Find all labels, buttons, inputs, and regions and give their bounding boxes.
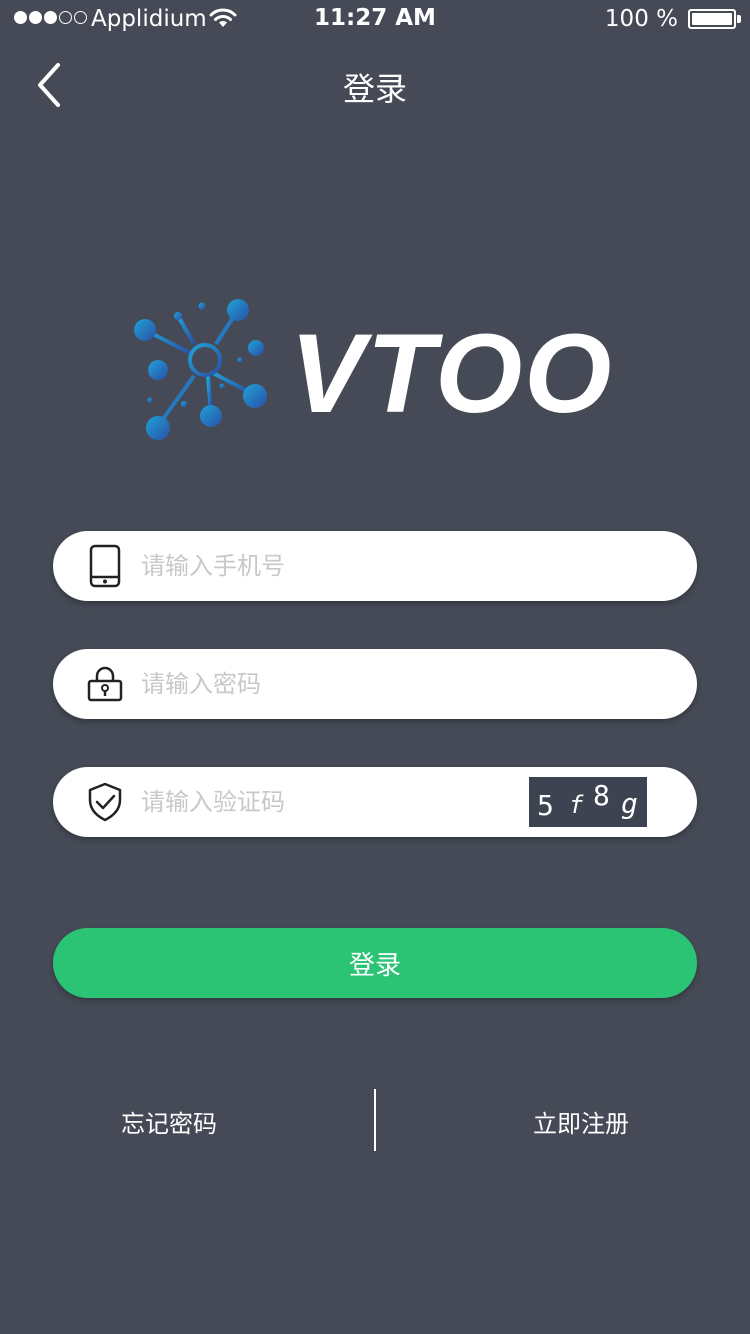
phone-icon: [85, 544, 125, 588]
captcha-char: g: [621, 787, 638, 820]
phone-field[interactable]: [53, 531, 697, 601]
vtoo-logo-icon: [128, 292, 273, 451]
login-screen: Applidium 11:27 AM 100 % 登录 VTOO 请输入手机号 …: [0, 0, 750, 1334]
password-field[interactable]: [53, 649, 697, 719]
logo-text: VTOO: [290, 311, 614, 436]
captcha-char: f: [569, 791, 584, 819]
page-title: 登录: [342, 70, 407, 108]
password-input[interactable]: [141, 649, 541, 719]
captcha-input[interactable]: [141, 767, 501, 837]
status-bar: Applidium 11:27 AM 100 %: [0, 0, 750, 40]
captcha-char: 8: [593, 779, 610, 812]
captcha-char: 5: [537, 789, 554, 822]
battery-percentage: 100 %: [604, 6, 678, 32]
battery-icon: [688, 9, 736, 29]
battery-tip: [737, 15, 741, 23]
shield-check-icon: [85, 780, 125, 824]
links-divider: [374, 1089, 376, 1151]
login-button[interactable]: 登录: [53, 928, 697, 998]
phone-input[interactable]: [141, 531, 541, 601]
captcha-image[interactable]: 5 f 8 g: [529, 777, 647, 827]
captcha-field[interactable]: 5 f 8 g: [53, 767, 697, 837]
forgot-password-link[interactable]: 忘记密码: [121, 1104, 217, 1139]
lock-icon: [85, 662, 125, 706]
register-link[interactable]: 立即注册: [533, 1104, 629, 1139]
